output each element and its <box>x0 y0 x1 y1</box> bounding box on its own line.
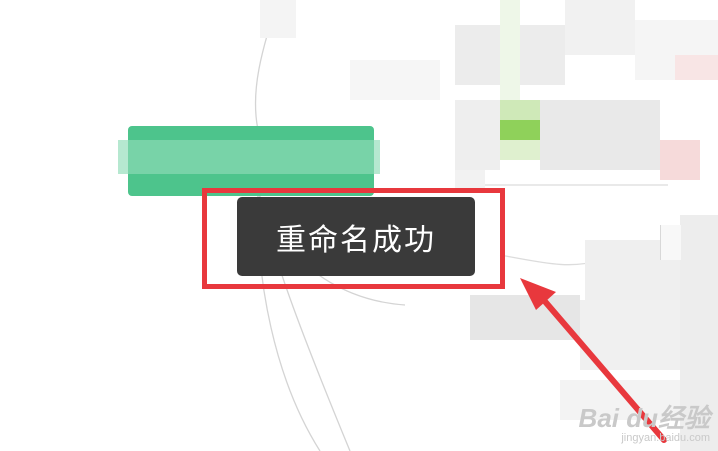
watermark-brand: Bai du经验 <box>578 403 710 433</box>
baidu-watermark: Bai du经验 jingyan.baidu.com <box>579 405 710 445</box>
annotation-arrow-icon <box>520 278 667 443</box>
watermark-url: jingyan.baidu.com <box>621 432 710 444</box>
mindmap-canvas[interactable]: 重命名成功 Bai du经验 jingyan.baidu.com <box>0 0 718 451</box>
